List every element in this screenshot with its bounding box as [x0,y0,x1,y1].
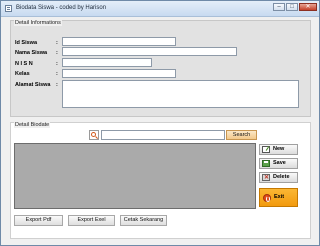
data-grid[interactable] [14,143,256,209]
id-siswa-field[interactable] [62,37,176,46]
nisn-field[interactable] [62,58,152,67]
kelas-label: Kelas [15,71,30,77]
maximize-button[interactable]: □ [286,3,298,11]
minimize-button[interactable]: – [273,3,285,11]
power-icon [263,194,271,202]
nama-siswa-colon: : [56,50,58,56]
new-document-icon [262,146,270,153]
exit-button-label: Exit [274,194,285,200]
kelas-field[interactable] [62,69,176,78]
id-siswa-colon: : [56,40,58,46]
window-title: Biodata Siswa - coded by Harison [16,5,107,11]
id-siswa-label: Id Siswa [15,40,38,46]
form-icon [5,5,12,12]
new-button-label: New [273,146,285,152]
save-button[interactable]: Save [259,158,298,169]
save-button-label: Save [273,160,286,166]
export-excel-button[interactable]: Export Exel [68,215,115,226]
search-icon [89,130,99,140]
delete-button[interactable]: Delete [259,172,298,183]
delete-icon [262,174,270,183]
detail-biodate-caption: Detail Biodate [14,122,51,128]
kelas-colon: : [56,71,58,77]
exit-button[interactable]: Exit [259,188,298,207]
search-button[interactable]: Search [226,130,257,140]
nisn-colon: : [56,61,58,67]
alamat-siswa-colon: : [56,82,58,88]
delete-button-label: Delete [273,174,290,180]
nama-siswa-field[interactable] [62,47,237,56]
search-input[interactable] [101,130,225,140]
title-bar[interactable]: Biodata Siswa - coded by Harison – □ ✕ [1,1,319,17]
nisn-label: N I S N [15,61,33,67]
export-pdf-button[interactable]: Export Pdf [14,215,63,226]
new-button[interactable]: New [259,144,298,155]
save-icon [262,160,270,167]
window-controls: – □ ✕ [273,3,317,11]
alamat-siswa-textarea[interactable] [62,80,299,108]
nama-siswa-label: Nama Siswa [15,50,48,56]
alamat-siswa-label: Alamat Siswa [15,82,51,88]
print-button[interactable]: Cetak Sekarang [120,215,167,226]
close-button[interactable]: ✕ [299,3,317,11]
detail-informations-caption: Detail Informations [14,20,62,26]
